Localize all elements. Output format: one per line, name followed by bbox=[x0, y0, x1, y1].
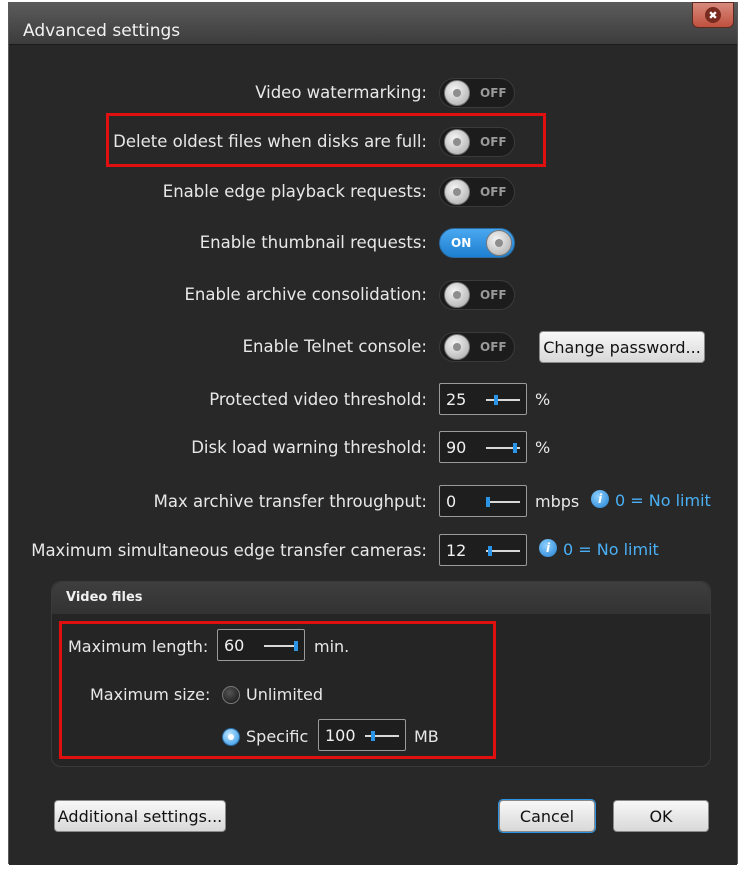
threshold-label: Maximum simultaneous edge transfer camer… bbox=[31, 541, 427, 560]
ok-button[interactable]: OK bbox=[613, 800, 709, 832]
threshold-slider[interactable] bbox=[486, 497, 520, 507]
toggle-knob bbox=[444, 80, 470, 106]
toggle-knob bbox=[444, 179, 470, 205]
threshold-label: Max archive transfer throughput: bbox=[153, 492, 427, 511]
threshold-row-disk-load: Disk load warning threshold: 90 % bbox=[9, 431, 737, 465]
threshold-label: Disk load warning threshold: bbox=[191, 438, 427, 457]
title-bar: Advanced settings ✖ bbox=[9, 2, 737, 45]
cancel-button[interactable]: Cancel bbox=[499, 800, 595, 832]
dialog-title: Advanced settings bbox=[23, 21, 181, 41]
info-text: 0 = No limit bbox=[615, 491, 711, 510]
telnet-console-toggle[interactable]: OFF bbox=[439, 332, 515, 362]
disk-load-threshold-input[interactable]: 90 bbox=[439, 431, 527, 463]
threshold-row-edge-transfer-cameras: Maximum simultaneous edge transfer camer… bbox=[9, 534, 737, 568]
threshold-slider[interactable] bbox=[486, 546, 520, 556]
threshold-label: Protected video threshold: bbox=[209, 390, 427, 409]
highlight-box-delete-oldest bbox=[106, 113, 546, 167]
edge-playback-toggle[interactable]: OFF bbox=[439, 177, 515, 207]
edge-transfer-cameras-input[interactable]: 12 bbox=[439, 534, 527, 566]
setting-row-edge-playback: Enable edge playback requests: OFF bbox=[9, 175, 737, 209]
threshold-value: 0 bbox=[446, 492, 457, 511]
close-button[interactable]: ✖ bbox=[692, 2, 734, 28]
toggle-state: OFF bbox=[480, 340, 507, 354]
threshold-value: 90 bbox=[446, 438, 467, 457]
info-text: 0 = No limit bbox=[563, 540, 659, 559]
info-icon: i bbox=[539, 539, 557, 557]
setting-label: Enable edge playback requests: bbox=[162, 182, 427, 201]
setting-row-thumbnail-requests: Enable thumbnail requests: ON bbox=[9, 226, 737, 260]
video-files-title: Video files bbox=[66, 590, 143, 605]
toggle-state: OFF bbox=[480, 86, 507, 100]
threshold-row-archive-throughput: Max archive transfer throughput: 0 mbps … bbox=[9, 485, 737, 519]
archive-consolidation-toggle[interactable]: OFF bbox=[439, 280, 515, 310]
archive-throughput-input[interactable]: 0 bbox=[439, 485, 527, 517]
setting-label: Enable Telnet console: bbox=[242, 337, 427, 356]
setting-row-video-watermarking: Video watermarking: OFF bbox=[9, 76, 737, 110]
video-watermarking-toggle[interactable]: OFF bbox=[439, 78, 515, 108]
setting-row-telnet-console: Enable Telnet console: OFF Change passwo… bbox=[9, 330, 737, 364]
thumbnail-requests-toggle[interactable]: ON bbox=[439, 228, 515, 258]
setting-label: Video watermarking: bbox=[255, 83, 427, 102]
toggle-state: ON bbox=[451, 236, 472, 250]
additional-settings-button[interactable]: Additional settings... bbox=[54, 800, 226, 832]
toggle-state: OFF bbox=[480, 288, 507, 302]
video-files-header: Video files bbox=[52, 582, 710, 614]
close-icon: ✖ bbox=[705, 7, 721, 23]
slider-thumb[interactable] bbox=[513, 443, 517, 453]
threshold-slider[interactable] bbox=[486, 443, 520, 453]
toggle-state: OFF bbox=[480, 185, 507, 199]
threshold-row-protected-video: Protected video threshold: 25 % bbox=[9, 383, 737, 417]
threshold-value: 25 bbox=[446, 390, 467, 409]
threshold-unit: % bbox=[535, 390, 551, 409]
protected-video-threshold-input[interactable]: 25 bbox=[439, 383, 527, 415]
slider-thumb[interactable] bbox=[488, 546, 492, 556]
setting-label: Enable thumbnail requests: bbox=[199, 233, 427, 252]
threshold-unit: mbps bbox=[535, 492, 580, 511]
threshold-value: 12 bbox=[446, 541, 467, 560]
toggle-knob bbox=[486, 230, 512, 256]
setting-row-archive-consolidation: Enable archive consolidation: OFF bbox=[9, 278, 737, 312]
toggle-knob bbox=[444, 334, 470, 360]
toggle-knob bbox=[444, 282, 470, 308]
setting-label: Enable archive consolidation: bbox=[184, 285, 428, 304]
info-icon: i bbox=[591, 490, 609, 508]
threshold-slider[interactable] bbox=[486, 395, 520, 405]
slider-thumb[interactable] bbox=[486, 497, 490, 507]
change-password-button[interactable]: Change password... bbox=[539, 331, 705, 363]
slider-thumb[interactable] bbox=[494, 395, 498, 405]
threshold-unit: % bbox=[535, 438, 551, 457]
highlight-box-video-files bbox=[59, 621, 496, 759]
